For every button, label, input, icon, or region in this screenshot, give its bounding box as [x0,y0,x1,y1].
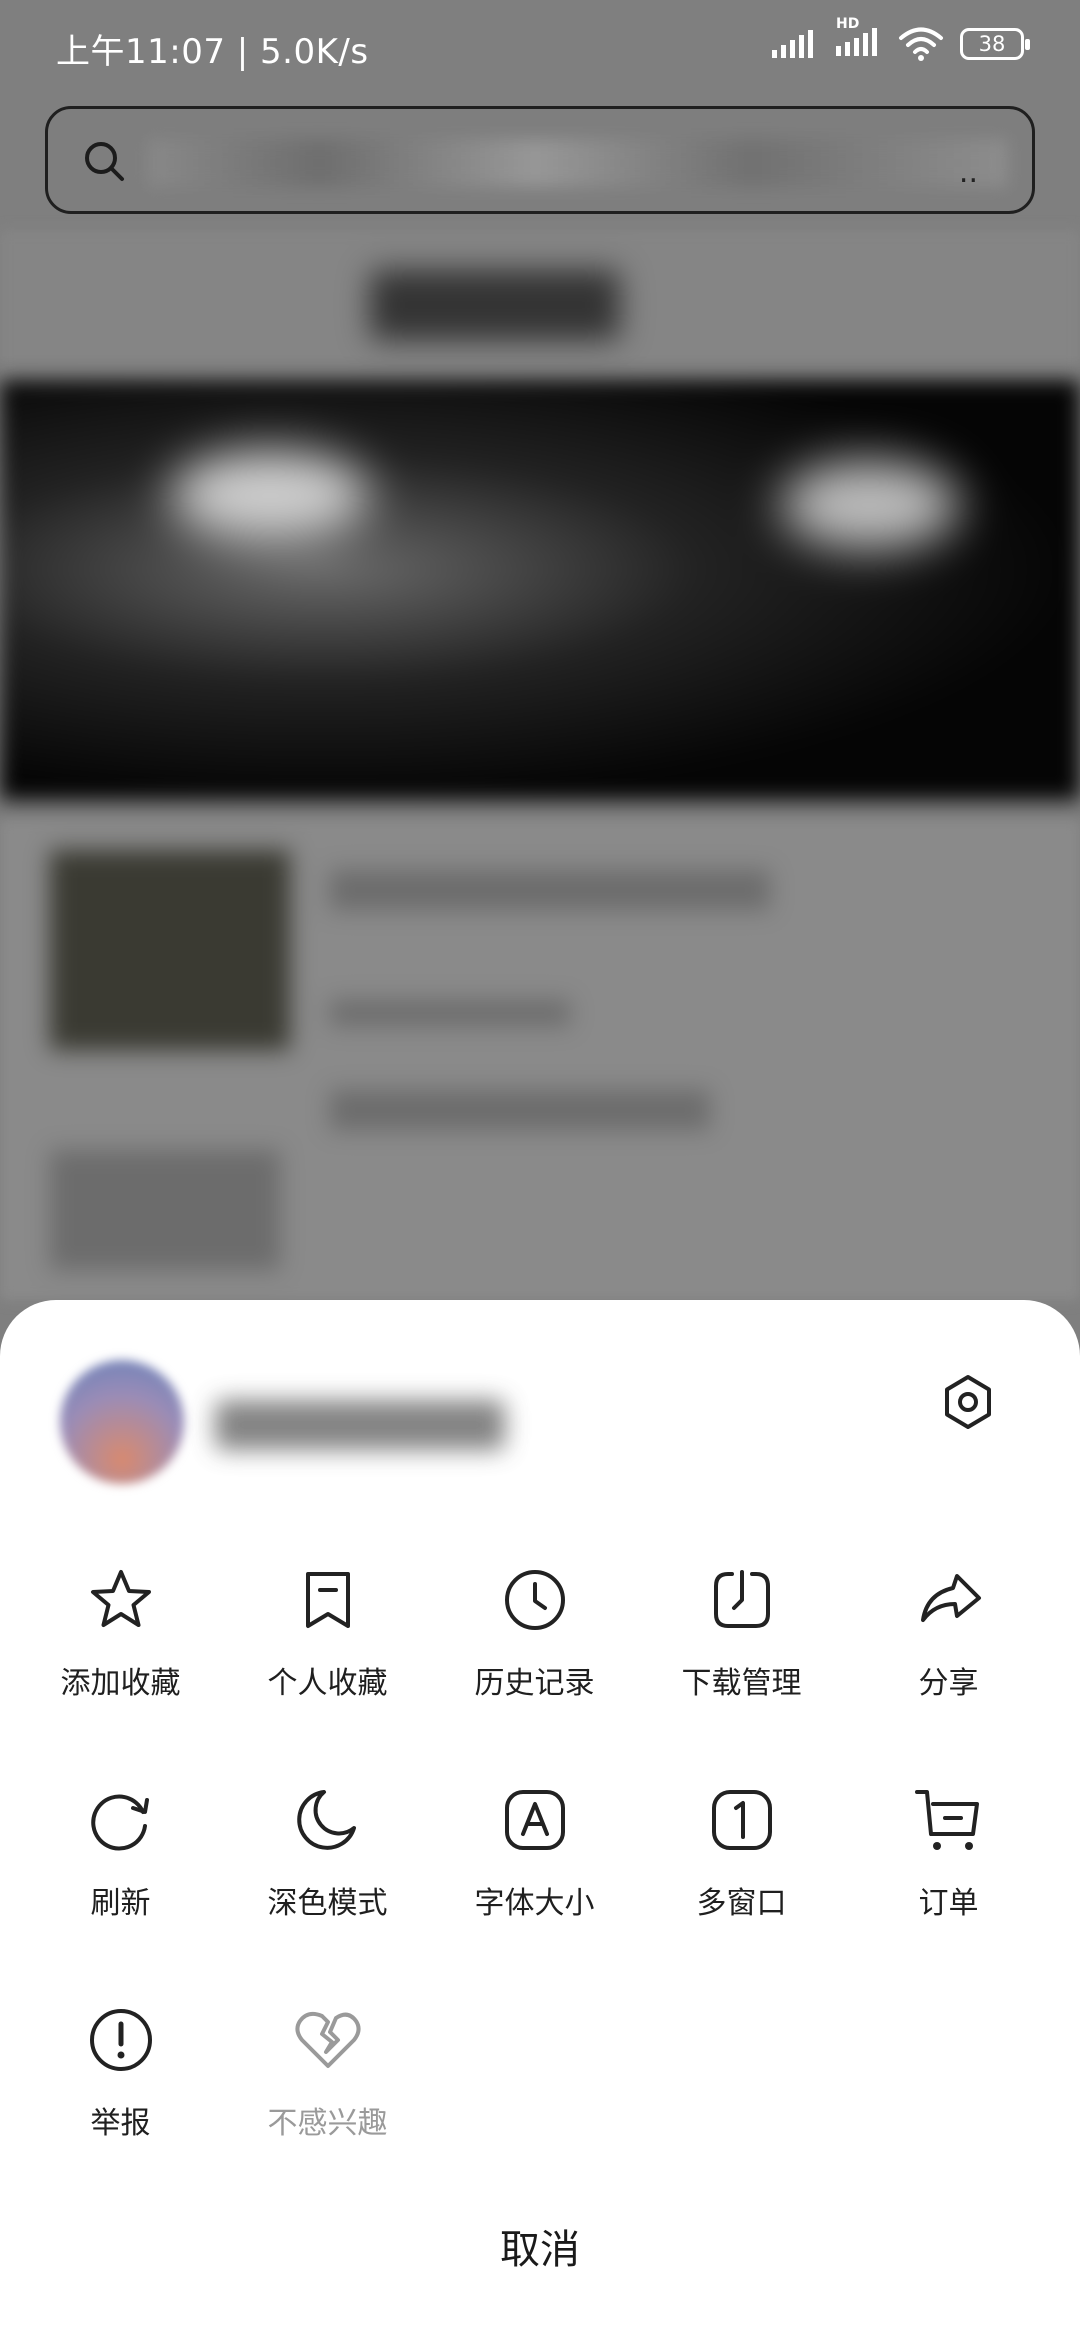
clock-icon [495,1560,575,1640]
battery-level: 38 [978,32,1006,56]
menu-item-label: 添加收藏 [60,1666,181,1701]
menu-item-label: 个人收藏 [267,1666,388,1701]
menu-item-refresh[interactable]: 刷新 [17,1780,224,1980]
text-line-blurred [50,1150,280,1270]
multi-window-icon [702,1780,782,1860]
menu-item-not-interested[interactable]: 不感兴趣 [224,2000,431,2200]
menu-item-font-size[interactable]: 字体大小 [431,1780,638,1980]
refresh-icon [81,1780,161,1860]
username-blurred[interactable] [215,1400,505,1450]
search-text-blurred [148,139,1008,187]
banner-highlight [780,460,960,550]
search-icon [85,142,124,181]
search-ellipsis: .. [958,155,978,190]
menu-item-label: 分享 [918,1666,979,1701]
menu-item-label: 不感兴趣 [267,2106,388,2141]
text-line-blurred [330,1090,710,1130]
hd-badge: HD [836,16,860,32]
text-line-blurred [330,870,770,910]
status-bar: 上午11:07 | 5.0K/s HD 38 [0,0,1080,96]
settings-button[interactable] [932,1366,1004,1438]
banner-blurred [0,380,1080,800]
menu-item-history[interactable]: 历史记录 [431,1560,638,1760]
hd-signal: HD [834,16,882,62]
broken-heart-icon [288,2000,368,2080]
banner-highlight [170,450,370,540]
menu-item-multi-window[interactable]: 多窗口 [638,1780,845,1980]
menu-item-label: 下载管理 [681,1666,802,1701]
cart-icon [909,1780,989,1860]
menu-item-label: 举报 [90,2106,151,2141]
status-time-speed: 上午11:07 | 5.0K/s [56,32,369,72]
menu-item-label: 订单 [918,1886,979,1921]
menu-item-report[interactable]: 举报 [17,2000,224,2200]
star-icon [81,1560,161,1640]
cancel-button[interactable]: 取消 [0,2210,1080,2290]
content-list-blurred [0,820,1080,1300]
thumbnail-blurred [50,850,290,1050]
menu-item-label: 多窗口 [696,1886,787,1921]
signal-icon [772,30,813,58]
menu-item-downloads[interactable]: 下载管理 [638,1560,845,1760]
bookmark-icon [288,1560,368,1640]
menu-item-share[interactable]: 分享 [845,1560,1052,1760]
avatar[interactable] [60,1360,184,1484]
page-header-blurred [0,230,1080,380]
settings-hexagon-icon [945,1375,991,1429]
menu-item-label: 深色模式 [267,1886,388,1921]
menu-item-dark-mode[interactable]: 深色模式 [224,1780,431,1980]
menu-item-label: 字体大小 [474,1886,595,1921]
font-size-icon [495,1780,575,1860]
download-icon [702,1560,782,1640]
text-line-blurred [330,1000,570,1026]
status-icons: HD 38 [770,16,1030,62]
menu-item-label: 历史记录 [474,1666,595,1701]
report-icon [81,2000,161,2080]
battery-indicator: 38 [960,28,1030,60]
menu-item-label: 刷新 [90,1886,151,1921]
menu-bottom-sheet: 添加收藏 个人收藏 历史记录 下载管理 分享 刷新 深色模式 字体大小 多窗口 … [0,1300,1080,2340]
wifi-icon [899,27,943,61]
logo-blurred [370,270,620,340]
menu-item-my-favorites[interactable]: 个人收藏 [224,1560,431,1760]
menu-item-add-favorite[interactable]: 添加收藏 [17,1560,224,1760]
share-icon [909,1560,989,1640]
search-bar[interactable]: .. [45,106,1035,214]
moon-icon [288,1780,368,1860]
menu-item-orders[interactable]: 订单 [845,1780,1052,1980]
